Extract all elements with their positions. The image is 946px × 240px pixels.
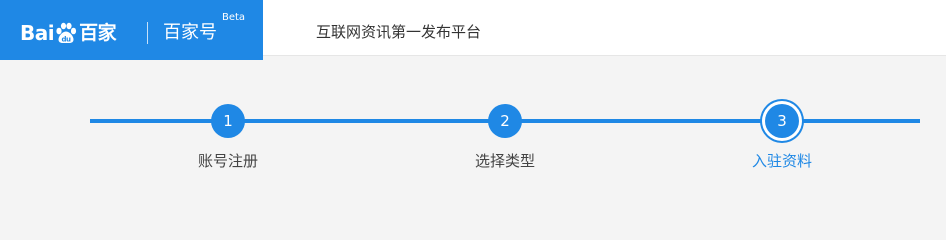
paw-logo-icon: du [56,22,77,44]
product-name: 百家号 [163,22,217,43]
logo-text-baijia: 百家 [79,22,117,44]
step-3-label-current: 入驻资料 [751,152,812,170]
step-1-circle: 1 [211,104,245,138]
logo-text-bai: Bai [20,21,55,45]
top-header: Bai du 百家 百家号 Beta 互联网资讯第一发布平台 [0,0,946,60]
baidu-logo[interactable]: Bai du 百家 [20,19,117,47]
logo-text-du: du [62,36,72,44]
brand-divider [147,22,148,44]
registration-stepper: 1 账号注册 2 选择类型 3 入驻资料 [0,60,946,200]
beta-badge: Beta [222,12,246,23]
step-2-label: 选择类型 [474,152,535,170]
brand-bar[interactable]: Bai du 百家 百家号 Beta [0,0,263,60]
header-slogan: 互联网资讯第一发布平台 [316,23,482,41]
step-3-circle-current: 3 [765,104,799,138]
step-2-circle: 2 [488,104,522,138]
step-1-label: 账号注册 [197,152,258,170]
